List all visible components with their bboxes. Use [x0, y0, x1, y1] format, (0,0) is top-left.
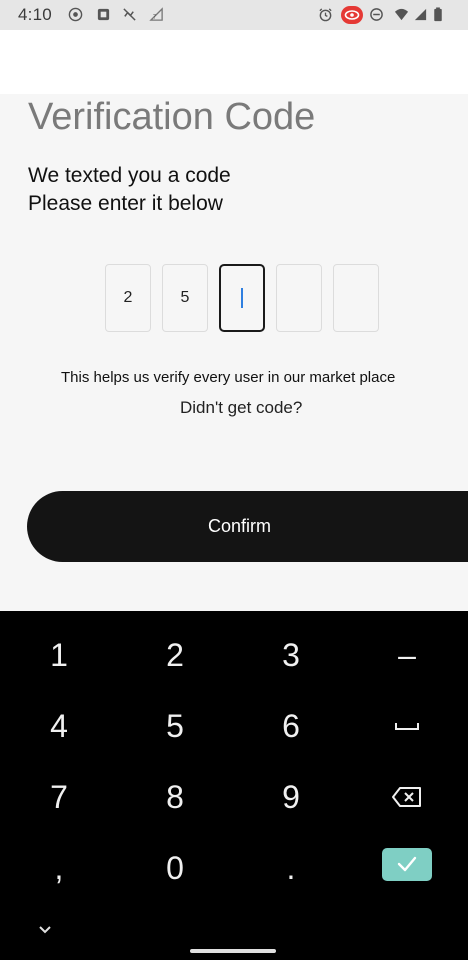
key-minus[interactable]: –	[349, 619, 465, 691]
backspace-icon	[392, 787, 421, 807]
home-indicator[interactable]	[190, 949, 276, 953]
key-4[interactable]: 4	[1, 690, 117, 762]
key-2[interactable]: 2	[117, 619, 233, 691]
key-9[interactable]: 9	[233, 761, 349, 833]
eye-icon	[341, 6, 363, 24]
status-bar: 4:10 ?	[0, 0, 468, 30]
space-icon	[395, 723, 419, 730]
key-enter[interactable]	[349, 828, 465, 900]
key-0[interactable]: 0	[117, 832, 233, 904]
otp-digit-4[interactable]	[276, 264, 322, 332]
wifi-icon	[394, 7, 409, 22]
key-backspace[interactable]	[349, 761, 465, 833]
record-icon	[68, 7, 83, 22]
no-sync-icon	[122, 7, 137, 22]
enter-key-background	[382, 847, 432, 881]
page-title: Verification Code	[28, 96, 316, 138]
dnd-icon	[369, 7, 384, 22]
confirm-button[interactable]: Confirm	[27, 491, 468, 562]
resend-code-link[interactable]: Didn't get code?	[180, 398, 302, 418]
confirm-button-label: Confirm	[207, 516, 271, 536]
helper-text: This helps us verify every user in our m…	[61, 369, 396, 386]
cell-signal-icon	[413, 7, 428, 22]
media-icon	[96, 7, 111, 22]
otp-digit-2[interactable]: 5	[162, 264, 208, 332]
signal-off-icon: ?	[149, 7, 164, 22]
key-1[interactable]: 1	[1, 619, 117, 691]
key-comma[interactable]: ,	[1, 832, 117, 904]
otp-digit-3[interactable]	[219, 264, 265, 332]
key-7[interactable]: 7	[1, 761, 117, 833]
alarm-icon	[318, 7, 333, 22]
key-3[interactable]: 3	[233, 619, 349, 691]
key-space[interactable]	[349, 690, 465, 762]
key-period[interactable]: .	[233, 832, 349, 904]
status-time: 4:10	[18, 5, 52, 24]
key-5[interactable]: 5	[117, 690, 233, 762]
otp-digit-5[interactable]	[333, 264, 379, 332]
otp-digit-1[interactable]: 2	[105, 264, 151, 332]
key-6[interactable]: 6	[233, 690, 349, 762]
subtitle-line-1: We texted you a code	[28, 164, 231, 187]
key-8[interactable]: 8	[117, 761, 233, 833]
check-icon	[397, 856, 417, 872]
chevron-down-icon[interactable]	[36, 922, 54, 938]
svg-text:?: ?	[153, 12, 157, 20]
subtitle-line-2: Please enter it below	[28, 192, 223, 215]
header-band	[0, 30, 468, 94]
text-caret	[241, 288, 243, 308]
battery-icon	[433, 7, 443, 22]
